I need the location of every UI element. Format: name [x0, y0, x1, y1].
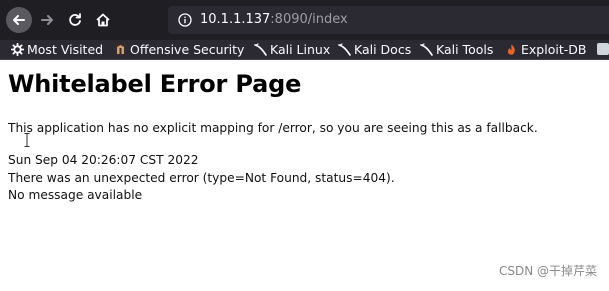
back-button[interactable]: [6, 7, 32, 33]
bookmark-kali-docs[interactable]: Kali Docs: [338, 40, 411, 59]
page-content: Whitelabel Error Page This application h…: [0, 60, 609, 291]
home-button[interactable]: [90, 7, 116, 33]
exploitdb-icon: [505, 43, 518, 56]
arrow-right-icon: [41, 15, 53, 25]
reload-icon: [69, 13, 81, 26]
reload-button[interactable]: [62, 7, 88, 33]
arrow-left-icon: [13, 15, 25, 25]
error-message: No message available: [8, 188, 143, 202]
watermark: CSDN @干掉芹菜: [498, 264, 597, 278]
bookmark-label: Offensive Security: [130, 42, 245, 57]
url-path: :8090/index: [270, 12, 348, 27]
browser-toolbar: 10.1.1.137:8090/index: [0, 0, 609, 40]
url-host: 10.1.1.137: [200, 12, 271, 27]
kali-dragon-icon: [254, 43, 267, 56]
kali-dragon-icon: [338, 43, 351, 56]
bookmark-exploit-db[interactable]: Exploit-DB: [505, 40, 586, 59]
bookmark-label: Kali Docs: [354, 42, 412, 57]
bookmark-label: Kali Tools: [436, 42, 494, 57]
address-bar[interactable]: 10.1.1.137:8090/index: [168, 6, 609, 34]
bookmarks-bar: Most Visited Offensive Security Kali Lin…: [0, 40, 609, 60]
forward-button[interactable]: [34, 7, 60, 33]
bookmark-kali-linux[interactable]: Kali Linux: [254, 40, 330, 59]
kali-dragon-icon: [420, 43, 433, 56]
offsec-icon: [114, 43, 127, 56]
bookmark-label: Exploit-DB: [521, 42, 587, 57]
error-description: This application has no explicit mapping…: [8, 121, 538, 135]
error-timestamp: Sun Sep 04 20:26:07 CST 2022: [8, 153, 199, 167]
browser-window: 10.1.1.137:8090/index Most Visited Offen…: [0, 0, 609, 291]
bookmark-offensive-security[interactable]: Offensive Security: [114, 40, 244, 59]
bookmarks-overflow-button[interactable]: [597, 43, 609, 55]
bookmark-label: Kali Linux: [270, 42, 331, 57]
bookmark-kali-tools[interactable]: Kali Tools: [420, 40, 493, 59]
page-title: Whitelabel Error Page: [8, 70, 302, 98]
home-icon: [96, 13, 110, 27]
text-cursor-icon: [24, 133, 30, 147]
url-text[interactable]: 10.1.1.137:8090/index: [200, 11, 348, 29]
bookmark-label: Most Visited: [27, 42, 104, 57]
bookmark-most-visited[interactable]: Most Visited: [11, 40, 103, 59]
info-icon[interactable]: [178, 13, 192, 27]
gear-icon: [11, 43, 24, 56]
error-detail: There was an unexpected error (type=Not …: [8, 171, 395, 185]
